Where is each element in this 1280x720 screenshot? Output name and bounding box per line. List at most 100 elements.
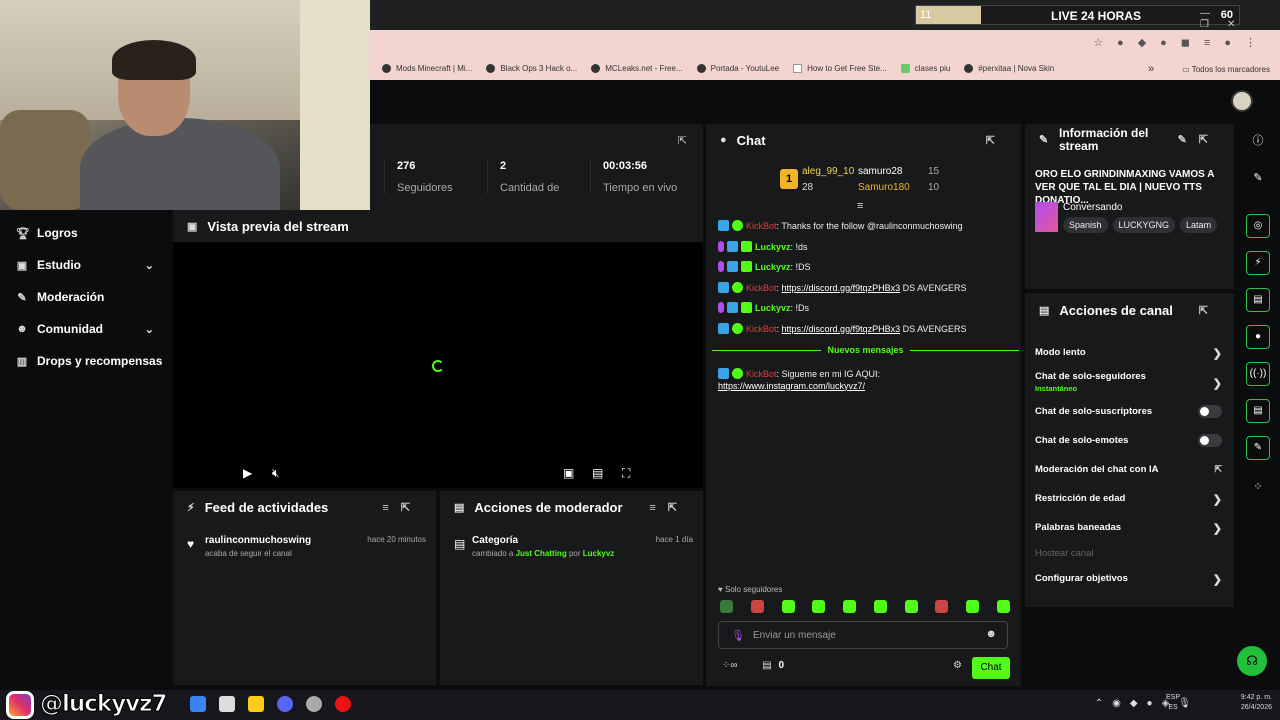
app-icon[interactable] [335, 696, 351, 712]
emote-icon[interactable] [843, 600, 857, 613]
panel-controls[interactable]: ≡⇱ [649, 501, 689, 514]
language-indicator[interactable]: ESP ES [1166, 693, 1180, 713]
panel-title: Feed de actividades [204, 499, 329, 515]
fullscreen-icon[interactable]: ⛶ [622, 466, 630, 481]
chat-input[interactable]: 🎙︎ Enviar un mensaje ☻ [718, 621, 1008, 649]
emoji-icon[interactable]: ☻ [985, 628, 997, 640]
panel-controls[interactable]: ✎⇱ [1178, 134, 1220, 147]
app-icon[interactable] [277, 696, 293, 712]
webcam-overlay [0, 0, 370, 210]
store-icon[interactable]: ▤ [762, 660, 771, 671]
toggle-switch[interactable] [1198, 434, 1222, 447]
sidebar-item-moderacion[interactable]: ✎ Moderación [0, 281, 170, 313]
chevron-down-icon: ⌄ [144, 323, 154, 336]
emote-icon[interactable] [873, 600, 887, 613]
action-moderacion-ia[interactable]: Moderación del chat con IA ⇱ [1035, 464, 1222, 475]
activity-feed-panel: ⚡︎ Feed de actividades ≡⇱ ♥ raulinconmucho… [173, 491, 436, 685]
miniplayer-icon[interactable]: ▣ [563, 466, 574, 480]
bookmark-item[interactable]: Mods Minecraft | Mi... [382, 63, 472, 73]
popout-icon[interactable]: ⇱ [1199, 304, 1220, 317]
emote-icon[interactable] [996, 600, 1010, 613]
sidebar-item-comunidad[interactable]: ☻ Comunidad ⌄ [0, 313, 170, 345]
edit-icon[interactable]: ✎ [1246, 166, 1270, 190]
action-solo-seguidores[interactable]: Chat de solo-seguidores Instantáneo ❯ [1035, 371, 1222, 393]
tag[interactable]: LUCKYGNG [1112, 217, 1176, 233]
system-tray[interactable]: ⌃◉◆●◈🎙︎ [1095, 698, 1200, 709]
chat-messages: KickBot: Thanks for the follow @raulinco… [712, 220, 1019, 400]
action-solo-suscriptores: Chat de solo-suscriptores [1035, 405, 1222, 418]
action-modo-lento[interactable]: Modo lento ❯ [1035, 347, 1222, 360]
play-icon[interactable]: ▶ [243, 466, 252, 480]
sidebar-item-drops[interactable]: ▥ Drops y recompensas [0, 345, 170, 377]
panel-title: Acciones de moderador [474, 499, 623, 515]
window-controls[interactable]: —❐✕ [1200, 8, 1280, 30]
taskbar-apps [190, 696, 351, 712]
emote-icon[interactable] [750, 600, 764, 613]
avatar[interactable] [1231, 90, 1253, 112]
popout-icon[interactable]: ⇱ [986, 134, 1007, 147]
infinity-icon[interactable]: ⁘∞ [722, 660, 738, 671]
bolt-icon[interactable]: ⚡︎ [1246, 251, 1270, 275]
channel-icon[interactable]: ▤ [1246, 399, 1270, 423]
theater-icon[interactable]: ▤ [592, 466, 603, 480]
app-icon[interactable] [190, 696, 206, 712]
tag[interactable]: Spanish [1063, 217, 1108, 233]
tag[interactable]: Latam [1180, 217, 1218, 233]
document-icon[interactable]: ▤ [1246, 288, 1270, 312]
bookmark-item[interactable]: #perxitaa | Nova Skin [964, 63, 1054, 73]
popout-icon[interactable]: ⇱ [678, 134, 687, 147]
action-palabras-baneadas[interactable]: Palabras baneadas ❯ [1035, 522, 1222, 535]
panel-title: Acciones de canal [1059, 302, 1173, 318]
category-thumbnail [1035, 202, 1058, 232]
action-restriccion-edad[interactable]: Restricción de edad ❯ [1035, 493, 1222, 506]
mute-icon[interactable]: 🔇︎ [272, 466, 280, 481]
bookmark-icon [591, 63, 601, 73]
send-chat-button[interactable]: Chat [972, 657, 1010, 679]
emote-icon[interactable] [966, 600, 980, 613]
camera-icon[interactable]: ◎ [1246, 214, 1270, 238]
chat-icon[interactable]: ● [1246, 325, 1270, 349]
bookmark-item[interactable]: clases piu [900, 63, 950, 73]
app-icon[interactable] [219, 696, 235, 712]
wrench-icon[interactable]: ✎ [1246, 436, 1270, 460]
emote-icon[interactable] [781, 600, 795, 613]
emote-icon[interactable] [904, 600, 918, 613]
live-counter-widget: 11 LIVE 24 HORAS 60 [915, 5, 1240, 25]
bookmarks-folder[interactable]: » ▭ Todos los marcadores [1148, 63, 1270, 75]
filter-icon[interactable]: ≡ [857, 200, 863, 212]
tag-list: Spanish LUCKYGNG Latam [1063, 217, 1218, 233]
bookmark-item[interactable]: Portada - YoutuLee [696, 63, 779, 73]
settings-icon[interactable]: ⚙ [953, 660, 962, 671]
video-player[interactable]: ▶ 🔇︎ ▣ ▤ ⛶ [173, 242, 703, 488]
panel-controls[interactable]: ≡⇱ [382, 501, 422, 514]
address-bar[interactable]: ☆●◆●◼≡●⋮ [370, 30, 1280, 56]
live-counter-number: 11 [920, 9, 932, 21]
sidebar-item-estudio[interactable]: ▣ Estudio ⌄ [0, 249, 170, 281]
info-icon[interactable]: ⓘ [1246, 129, 1270, 153]
sidebar-item-logros[interactable]: 🏆︎ Logros [0, 217, 170, 249]
action-configurar-objetivos[interactable]: Configurar objetivos ❯ [1035, 573, 1222, 586]
extension-icons[interactable]: ☆●◆●◼≡●⋮ [1093, 36, 1270, 49]
community-icon: ☻ [16, 323, 28, 335]
emote-icon[interactable] [812, 600, 826, 613]
app-icon[interactable] [248, 696, 264, 712]
toggle-switch[interactable] [1198, 405, 1222, 418]
sidebar: 🏆︎ Logros ▣ Estudio ⌄ ✎ Moderación ☻ Comunida… [0, 210, 170, 690]
bookmark-item[interactable]: Black Ops 3 Hack o... [486, 63, 577, 73]
chat-message: KickBot: https://discord.gg/f9tqzPHBx3 D… [718, 322, 1013, 335]
emote-icon[interactable] [935, 600, 949, 613]
support-button[interactable]: ☊ [1237, 646, 1267, 676]
broadcast-icon[interactable]: ((·)) [1246, 362, 1270, 386]
clock[interactable]: 9:42 p. m. 26/4/2026 [1241, 693, 1272, 713]
emote-icon[interactable] [720, 600, 733, 613]
community-icon[interactable]: ⁘ [1246, 475, 1270, 499]
trophy-icon: 🏆︎ [16, 227, 30, 240]
mic-icon[interactable]: 🎙︎ [731, 629, 745, 642]
chat-message: KickBot: https://discord.gg/f9tqzPHBx3 D… [718, 281, 1013, 294]
bookmark-item[interactable]: MCLeaks.net - Free... [591, 63, 683, 73]
bookmarks-bar: Mods Minecraft | Mi... Black Ops 3 Hack … [370, 56, 1280, 80]
bookmark-icon [964, 63, 974, 73]
bookmark-icon [486, 63, 496, 73]
bookmark-item[interactable]: How to Get Free Ste... [793, 63, 887, 73]
app-icon[interactable] [306, 696, 322, 712]
